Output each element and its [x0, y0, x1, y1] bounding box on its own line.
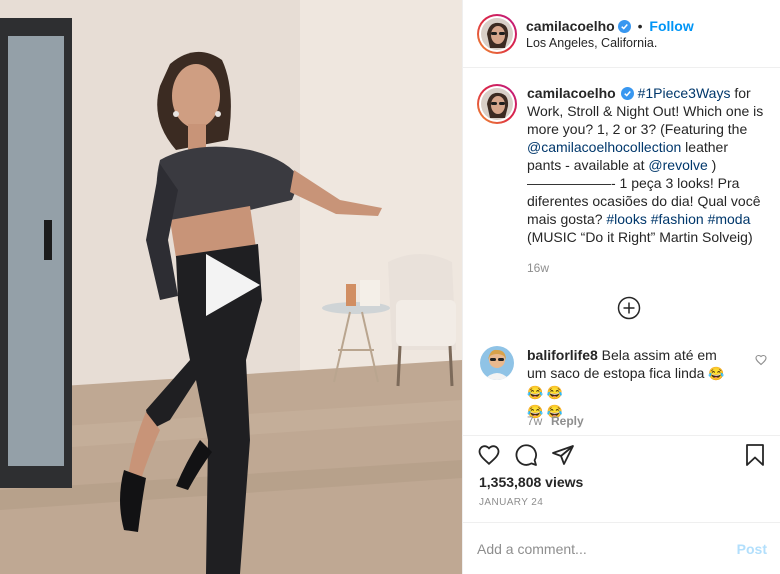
view-count[interactable]: 1,353,808 views	[479, 474, 583, 490]
post-button[interactable]: Post	[737, 541, 767, 557]
verified-badge-icon	[620, 87, 634, 100]
separator-dot: •	[637, 17, 643, 34]
mention-link[interactable]: @camilacoelhocollection	[527, 139, 681, 155]
hashtag-link[interactable]: #moda	[708, 211, 751, 227]
heart-icon[interactable]	[477, 443, 501, 467]
mention-link[interactable]: @revolve	[648, 157, 707, 173]
caption-text: camilacoelho #1Piece3Ways for Work, Stro…	[527, 84, 766, 246]
caption: camilacoelho #1Piece3Ways for Work, Stro…	[477, 84, 766, 246]
post-video[interactable]	[0, 0, 462, 574]
plus-circle-icon[interactable]	[617, 296, 641, 320]
post-header: camilacoelho • Follow Los Angeles, Calif…	[463, 0, 780, 68]
reply-button[interactable]: Reply	[551, 414, 584, 428]
comment-icon[interactable]	[514, 443, 538, 467]
post-sidebar: camilacoelho • Follow Los Angeles, Calif…	[462, 0, 780, 574]
avatar-image	[481, 17, 513, 50]
commenter-avatar[interactable]	[480, 346, 514, 380]
comment-timestamp[interactable]: 7w	[527, 414, 549, 428]
author-avatar[interactable]	[477, 13, 517, 54]
hashtag-link[interactable]: #fashion	[651, 211, 704, 227]
paper-plane-icon[interactable]	[551, 443, 575, 467]
play-icon[interactable]	[196, 250, 266, 320]
avatar-image	[480, 346, 514, 380]
location-link[interactable]: Los Angeles, California.	[526, 36, 694, 50]
verified-badge-icon	[617, 19, 631, 33]
header-text: camilacoelho • Follow Los Angeles, Calif…	[526, 18, 694, 50]
comments-section: camilacoelho #1Piece3Ways for Work, Stro…	[463, 68, 780, 435]
hashtag-link[interactable]: #looks	[606, 211, 646, 227]
comment-item: baliforlife8 Bela assim até em um saco d…	[477, 346, 767, 421]
bookmark-icon[interactable]	[743, 443, 767, 467]
add-comment-bar: Post	[463, 522, 780, 574]
caption-avatar[interactable]	[477, 84, 517, 124]
hashtag-link[interactable]: #1Piece3Ways	[638, 85, 731, 101]
instagram-post: camilacoelho • Follow Los Angeles, Calif…	[0, 0, 780, 574]
comment-like-heart-icon[interactable]	[755, 354, 767, 366]
avatar-image	[481, 88, 513, 120]
caption-segment: (MUSIC “Do it Right” Martin Solveig)	[527, 229, 753, 245]
post-date[interactable]: January 24	[479, 497, 543, 508]
caption-timestamp[interactable]: 16w	[527, 261, 766, 275]
author-username[interactable]: camilacoelho	[526, 18, 615, 34]
comment-text: baliforlife8 Bela assim até em um saco d…	[527, 346, 737, 421]
comment-input[interactable]	[477, 540, 737, 557]
comment-meta: 7w Reply	[527, 414, 584, 428]
caption-username[interactable]: camilacoelho	[527, 85, 616, 101]
follow-button[interactable]: Follow	[649, 18, 693, 34]
commenter-username[interactable]: baliforlife8	[527, 347, 598, 363]
